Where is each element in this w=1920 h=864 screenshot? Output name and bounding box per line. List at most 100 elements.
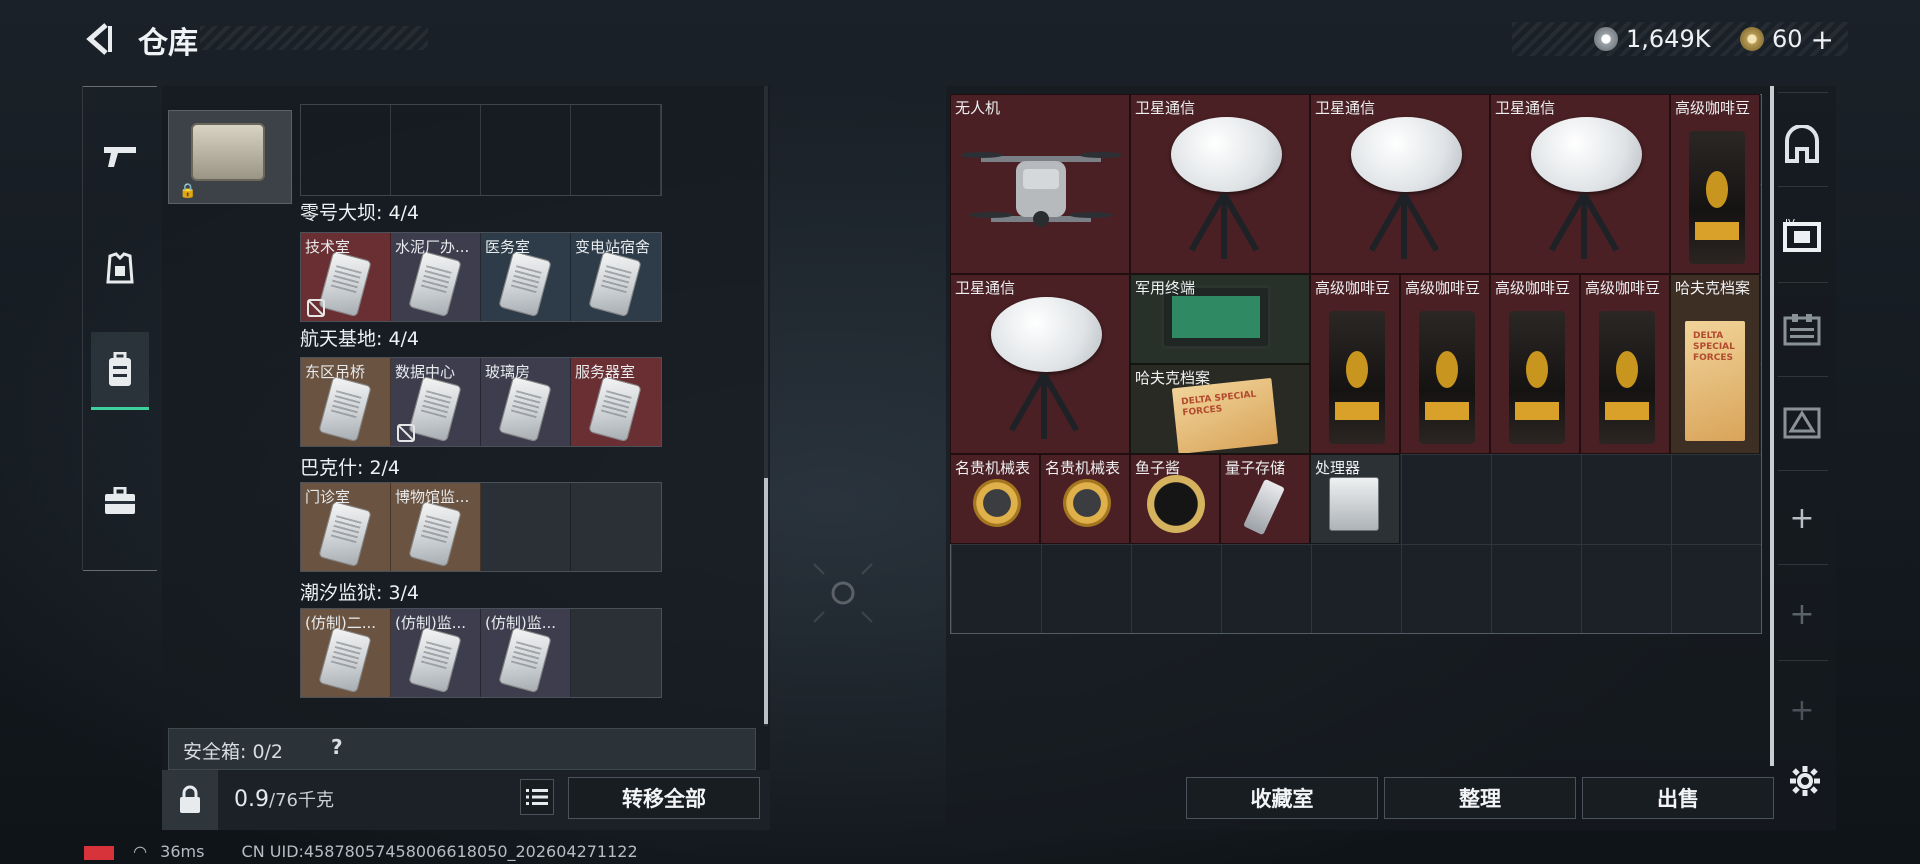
key-name: (仿制)监... — [395, 614, 467, 632]
inventory-item[interactable]: 高级咖啡豆 — [1670, 94, 1760, 274]
add-storage-slot-3[interactable]: + — [1776, 684, 1828, 736]
key-slot[interactable]: 技术室 — [301, 233, 391, 321]
coffee-bag-icon — [1689, 131, 1745, 265]
scroll-thumb[interactable] — [764, 478, 768, 724]
currency-silver: 1,649K — [1594, 22, 1710, 56]
inventory-item[interactable]: 哈夫克档案 DELTA SPECIAL FORCES — [1130, 364, 1310, 454]
inventory-item[interactable]: 高级咖啡豆 — [1490, 274, 1580, 454]
tab-storage-triangle[interactable] — [1776, 396, 1828, 448]
usb-drive-icon — [1243, 478, 1285, 536]
tab-backpack[interactable] — [91, 332, 149, 410]
folder-print: DELTA SPECIAL FORCES — [1693, 331, 1735, 363]
key-slot[interactable]: 变电站宿舍 — [571, 233, 661, 321]
category-rail — [82, 86, 157, 571]
key-name: 玻璃房 — [485, 363, 531, 381]
tab-storage-crate[interactable] — [1776, 304, 1828, 356]
keycard-icon — [408, 500, 462, 568]
battery-icon — [84, 845, 114, 860]
item-name: 无人机 — [955, 99, 1001, 117]
chest-icon: IV — [1783, 218, 1821, 252]
inventory-item[interactable]: 无人机 — [950, 94, 1130, 274]
keycard-icon — [408, 375, 462, 443]
inventory-item[interactable]: 卫星通信 — [950, 274, 1130, 454]
triangle-crate-icon — [1783, 407, 1821, 439]
weight-value: 0.9 — [234, 787, 269, 812]
transfer-all-button[interactable]: 转移全部 — [568, 777, 760, 819]
inventory-item[interactable]: 量子存储 — [1220, 454, 1310, 544]
currency-gold[interactable]: 60 + — [1740, 22, 1834, 56]
page-title: 仓库 — [138, 26, 198, 61]
safebox-bar[interactable]: 安全箱: 0/2 ? — [168, 728, 756, 770]
inventory-item[interactable]: 处理器 — [1310, 454, 1400, 544]
item-name: 卫星通信 — [1495, 99, 1556, 117]
key-row: 门诊室 博物馆监... — [300, 482, 662, 572]
keycard-icon — [498, 626, 552, 694]
briefcase-icon — [105, 487, 135, 514]
tab-armor[interactable] — [91, 230, 149, 308]
settings-gear-icon[interactable] — [1788, 764, 1822, 798]
tab-case[interactable] — [91, 462, 149, 540]
key-slot[interactable]: 东区吊桥 — [301, 358, 391, 446]
key-case-thumbnail[interactable]: 🔒 — [168, 110, 292, 204]
item-name: 卫星通信 — [1315, 99, 1376, 117]
sell-button[interactable]: 出售 — [1582, 777, 1774, 819]
key-slot[interactable]: (仿制)监... — [481, 609, 571, 697]
key-slot[interactable]: 医务室 — [481, 233, 571, 321]
inventory-item[interactable]: 高级咖啡豆 — [1310, 274, 1400, 454]
silver-amount: 1,649K — [1626, 25, 1711, 53]
inventory-item[interactable]: 哈夫克档案 DELTA SPECIAL FORCES — [1670, 274, 1760, 454]
section-label: 潮汐监狱: 3/4 — [300, 582, 420, 604]
key-slot[interactable]: 数据中心 — [391, 358, 481, 446]
list-view-button[interactable] — [520, 779, 554, 815]
section-label: 零号大坝: 4/4 — [300, 202, 420, 224]
key-slot[interactable]: (仿制)二... — [301, 609, 391, 697]
inventory-item[interactable]: 卫星通信 — [1310, 94, 1490, 274]
key-name: (仿制)监... — [485, 614, 557, 632]
add-storage-button[interactable]: + — [1776, 492, 1828, 544]
key-slot[interactable]: (仿制)监... — [391, 609, 481, 697]
key-slot[interactable]: 博物馆监... — [391, 483, 481, 571]
key-slot[interactable] — [571, 483, 661, 571]
tab-storage-4[interactable]: IV — [1776, 210, 1828, 262]
keycard-icon — [498, 375, 552, 443]
disabled-icon — [307, 299, 325, 317]
back-arrow-icon[interactable] — [84, 22, 114, 56]
inventory-item[interactable]: 高级咖啡豆 — [1580, 274, 1670, 454]
add-currency-icon[interactable]: + — [1811, 23, 1834, 56]
item-name: 高级咖啡豆 — [1585, 279, 1661, 297]
key-slot[interactable]: 玻璃房 — [481, 358, 571, 446]
add-storage-slot-2[interactable]: + — [1776, 588, 1828, 640]
inventory-item[interactable]: 名贵机械表 — [950, 454, 1040, 544]
key-slot[interactable]: 水泥厂办... — [391, 233, 481, 321]
gold-amount: 60 — [1772, 25, 1803, 53]
arch-icon — [1785, 125, 1819, 163]
key-slot[interactable]: 门诊室 — [301, 483, 391, 571]
key-slot[interactable] — [481, 483, 571, 571]
item-name: 名贵机械表 — [955, 459, 1031, 477]
key-slot[interactable] — [571, 609, 661, 697]
inventory-item[interactable]: 卫星通信 — [1490, 94, 1670, 274]
key-name: 变电站宿舍 — [575, 238, 651, 256]
tab-storage-main[interactable] — [1776, 118, 1828, 170]
collection-room-button[interactable]: 收藏室 — [1186, 777, 1378, 819]
help-icon[interactable]: ? — [331, 735, 343, 759]
keycard-icon — [408, 626, 462, 694]
crate-icon — [1783, 314, 1821, 346]
section-label: 航天基地: 4/4 — [300, 328, 420, 350]
inventory-item[interactable]: 名贵机械表 — [1040, 454, 1130, 544]
empty-key-grid[interactable] — [300, 104, 662, 196]
weight-lock-icon — [162, 770, 218, 830]
inventory-item[interactable]: 卫星通信 — [1130, 94, 1310, 274]
uid-text: CN UID:45878057458006618050_202604271122 — [241, 842, 638, 861]
inventory-item[interactable]: 高级咖啡豆 — [1400, 274, 1490, 454]
sort-button[interactable]: 整理 — [1384, 777, 1576, 819]
item-name: 高级咖啡豆 — [1495, 279, 1571, 297]
caviar-tin-icon — [1147, 475, 1205, 533]
key-slot[interactable]: 服务器室 — [571, 358, 661, 446]
item-name: 高级咖啡豆 — [1675, 99, 1751, 117]
inventory-item[interactable]: 军用终端 — [1130, 274, 1310, 364]
coffee-bag-icon — [1419, 311, 1475, 445]
item-name: 量子存储 — [1225, 459, 1286, 477]
tab-weapons[interactable] — [91, 118, 149, 196]
inventory-item[interactable]: 鱼子酱 — [1130, 454, 1220, 544]
